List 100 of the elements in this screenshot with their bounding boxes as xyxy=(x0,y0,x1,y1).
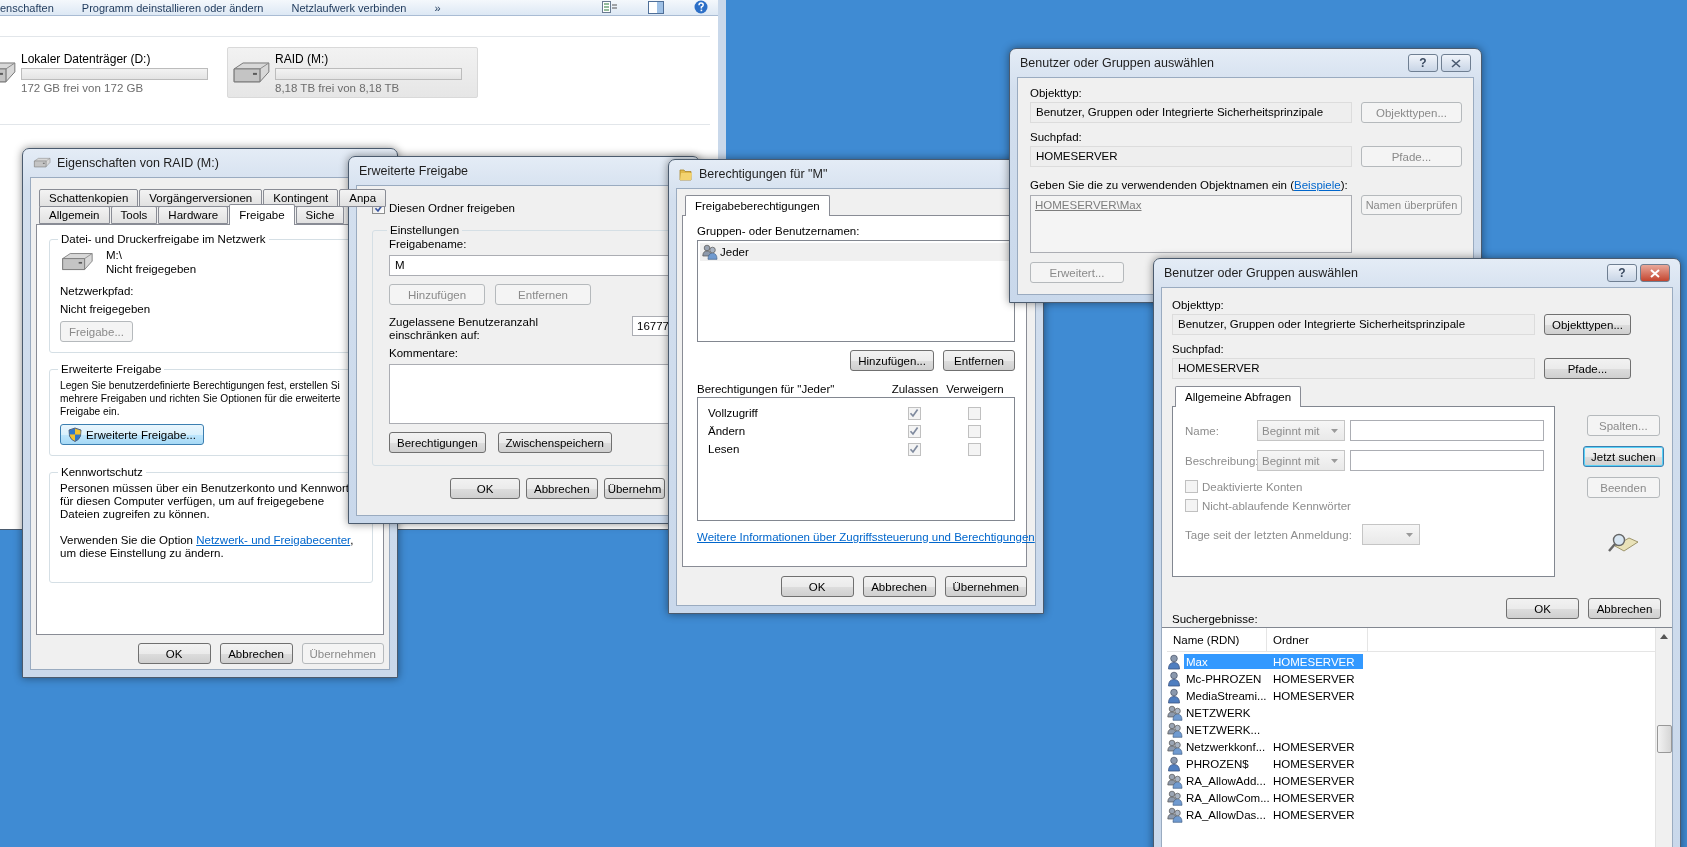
result-row[interactable]: RA_AllowCom... HOMESERVER xyxy=(1184,790,1363,805)
tab[interactable]: Schattenkopien xyxy=(39,189,139,207)
paths-button[interactable]: Pfade... xyxy=(1544,358,1631,379)
window-title: Eigenschaften von RAID (M:) xyxy=(57,156,219,170)
hard-drive-icon xyxy=(33,157,51,169)
dialog-button[interactable]: OK xyxy=(137,643,211,664)
group-icon xyxy=(1167,738,1183,755)
result-row[interactable]: RA_AllowAdd... HOMESERVER xyxy=(1184,773,1363,788)
names-field[interactable]: HOMESERVER\Max xyxy=(1030,195,1352,253)
drive-tile[interactable]: RAID (M:) 8,18 TB frei von 8,18 TB xyxy=(227,47,478,98)
close-button[interactable] xyxy=(1441,54,1471,72)
description-text: Personen müssen über ein Benutzerkonto und Kennwort für diesen Computer verfügen, um auf freigegebene Dateien zugreifen zu können. xyxy=(60,482,350,521)
help-icon[interactable] xyxy=(694,0,708,14)
free-space-text: 8,18 TB frei von 8,18 TB xyxy=(275,81,401,94)
field-label: Suchergebnisse: xyxy=(1172,613,1259,625)
tab[interactable]: Freigabe xyxy=(229,204,295,225)
help-button[interactable]: ? xyxy=(1607,264,1637,282)
dialog-button[interactable]: Übernehm xyxy=(603,478,666,499)
window-title: Benutzer oder Gruppen auswählen xyxy=(1164,266,1358,280)
preview-pane-icon[interactable] xyxy=(648,0,664,14)
tab[interactable]: Allgemein xyxy=(39,206,110,224)
tab[interactable]: Tools xyxy=(110,206,158,224)
tab[interactable]: Anpa xyxy=(339,189,387,207)
result-row[interactable]: MediaStreami... HOMESERVER xyxy=(1184,688,1363,703)
examples-link[interactable]: Beispiele xyxy=(1294,179,1341,191)
result-row[interactable]: Mc-PHROZEN HOMESERVER xyxy=(1184,671,1363,686)
field-label: Beschreibung: xyxy=(1185,454,1257,467)
days-dropdown[interactable] xyxy=(1361,524,1420,545)
network-center-link[interactable]: Netzwerk- und Freigabecenter xyxy=(196,534,351,546)
group-title: Kennwortschutz xyxy=(60,466,144,478)
dialog-button[interactable]: Abbrechen xyxy=(862,576,936,597)
result-row[interactable]: NETZWERK xyxy=(1184,705,1363,720)
dialog-button[interactable]: Abbrechen xyxy=(1588,598,1661,619)
settings-button[interactable]: Berechtigungen xyxy=(389,432,486,453)
column-header[interactable]: Name (RDN) xyxy=(1167,628,1267,651)
result-row[interactable]: NETZWERK... xyxy=(1184,722,1363,737)
field-label: Berechtigungen für "Jeder" xyxy=(697,383,836,395)
dialog-button[interactable]: OK xyxy=(1506,598,1579,619)
help-button[interactable]: ? xyxy=(1408,54,1438,72)
group-title: Erweiterte Freigabe xyxy=(60,363,163,375)
advanced-sharing-button[interactable]: Erweiterte Freigabe... xyxy=(60,424,204,445)
close-button[interactable] xyxy=(1640,264,1670,282)
tab[interactable]: Hardware xyxy=(158,206,229,224)
result-row[interactable]: Netzwerkkonf... HOMESERVER xyxy=(1184,739,1363,754)
checkbox[interactable] xyxy=(907,442,921,456)
checkbox[interactable] xyxy=(907,406,921,420)
list-item[interactable]: Jeder xyxy=(700,243,1012,261)
scrollbar-thumb[interactable] xyxy=(1656,725,1672,753)
view-options-icon[interactable] xyxy=(602,1,618,13)
column-header: Verweigern xyxy=(945,383,1005,395)
checkbox[interactable] xyxy=(967,424,981,438)
field-label: Suchpfad: xyxy=(1030,131,1082,143)
dialog-button[interactable]: Abbrechen xyxy=(526,478,598,499)
caret-icon xyxy=(1331,428,1338,433)
tab[interactable]: Siche xyxy=(295,206,345,224)
table-cell-text: RA_AllowAdd... xyxy=(1185,774,1267,787)
toolbar-item[interactable]: Programm deinstallieren oder ändern xyxy=(81,2,264,14)
checkbox[interactable] xyxy=(907,424,921,438)
toolbar-item[interactable]: » xyxy=(434,2,441,14)
drive-path: M:\ xyxy=(106,249,123,261)
column-header[interactable]: Ordner xyxy=(1267,628,1368,651)
toolbar-item[interactable]: Netzlaufwerk verbinden xyxy=(291,2,407,14)
dialog-button[interactable]: OK xyxy=(780,576,854,597)
object-types-button[interactable]: Objekttypen... xyxy=(1544,314,1631,335)
user-icon xyxy=(1167,653,1182,670)
dialog-button[interactable]: Abbrechen xyxy=(219,643,293,664)
table-cell-text: MediaStreami... xyxy=(1185,689,1268,702)
list-button[interactable]: Entfernen xyxy=(943,350,1015,371)
list-button[interactable]: Hinzufügen... xyxy=(850,350,934,371)
description-text: Legen Sie benutzerdefinierte Berechtigungen fest, erstellen Si mehrere Freigaben und richten Sie Optionen für die erweiterte Freigabe ein. xyxy=(60,379,341,418)
dialog-button[interactable]: Übernehmen xyxy=(944,576,1027,597)
dialog-button[interactable]: OK xyxy=(450,478,520,499)
settings-button[interactable]: Zwischenspeichern xyxy=(497,432,612,453)
drive-tile[interactable]: Lokaler Datenträger (D:) 172 GB frei von 172 GB xyxy=(0,47,224,98)
info-link[interactable]: Weitere Informationen über Zugriffssteuerung und Berechtigungen xyxy=(697,531,1035,543)
column-header: Zulassen xyxy=(890,383,940,395)
search-button[interactable]: Jetzt suchen xyxy=(1583,446,1664,467)
tab[interactable]: Kontingent xyxy=(263,189,339,207)
query-field[interactable] xyxy=(1350,420,1544,441)
permission-name: Ändern xyxy=(708,425,747,437)
table-cell-text: PHROZEN$ xyxy=(1185,757,1250,770)
instruction-text: Geben Sie die zu verwendenden Objektnamen ein (Beispiele): xyxy=(1030,179,1349,192)
checkbox[interactable] xyxy=(967,406,981,420)
field-label: Kommentare: xyxy=(389,347,460,359)
table-cell-text: NETZWERK xyxy=(1185,706,1252,719)
table-cell-text: HOMESERVER xyxy=(1272,672,1356,685)
tab[interactable]: Vorgängerversionen xyxy=(139,189,263,207)
query-field[interactable] xyxy=(1350,450,1544,471)
tab[interactable]: Freigabeberechtigungen xyxy=(685,195,830,216)
arrow-up-icon[interactable] xyxy=(1660,634,1668,639)
toolbar-item[interactable]: enschaften xyxy=(0,2,54,14)
checkbox[interactable] xyxy=(967,442,981,456)
result-row[interactable]: PHROZEN$ HOMESERVER xyxy=(1184,756,1363,771)
shield-icon xyxy=(68,427,82,442)
field-label: Gruppen- oder Benutzernamen: xyxy=(697,225,861,237)
scrollbar[interactable] xyxy=(1655,628,1672,847)
result-row[interactable]: RA_AllowDas... HOMESERVER xyxy=(1184,807,1363,822)
group-icon xyxy=(1167,789,1183,806)
drive-name: RAID (M:) xyxy=(275,51,330,66)
search-path-field: HOMESERVER xyxy=(1172,358,1535,379)
